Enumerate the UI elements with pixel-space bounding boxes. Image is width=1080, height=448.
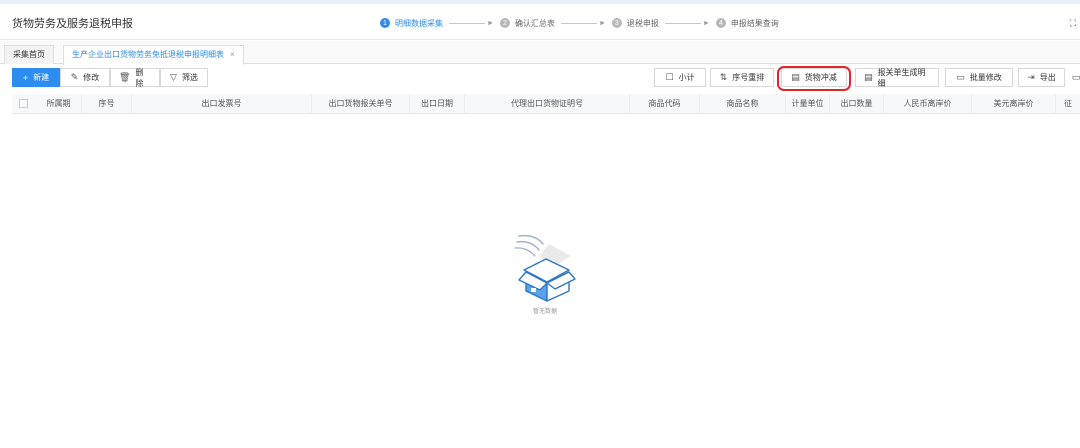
- new-button[interactable]: + 新建: [12, 68, 60, 87]
- export-icon: ⇥: [1027, 72, 1035, 82]
- button-label: 批量修改: [969, 73, 1002, 82]
- button-label: 删除: [135, 67, 144, 88]
- trash-icon: 🗑: [119, 72, 131, 82]
- highlight-annotation: [777, 66, 851, 91]
- column-header[interactable]: 所属期: [36, 94, 82, 114]
- step-connector: [560, 22, 597, 24]
- arrow-right-icon: ►: [487, 19, 494, 27]
- fullscreen-icon[interactable]: ⛶: [1070, 18, 1076, 29]
- app-header: 货物劳务及服务退税申报 1 明细数据采集 ► 2 确认汇总表 ► 3 退税申报 …: [0, 4, 1080, 40]
- empty-state: 暂无数据: [505, 230, 585, 320]
- table-header: 所属期 序号 出口发票号 出口货物报关单号 出口日期 代理出口货物证明号 商品代…: [12, 94, 1080, 114]
- plus-icon: +: [22, 72, 29, 83]
- column-header[interactable]: 美元离岸价: [972, 94, 1056, 114]
- edit-button[interactable]: ✎ 修改: [60, 68, 110, 87]
- arrow-right-icon: ►: [702, 19, 710, 27]
- column-header[interactable]: 序号: [82, 94, 132, 114]
- edit-icon: ✎: [70, 72, 79, 82]
- column-header[interactable]: 商品代码: [630, 94, 700, 114]
- arrow-right-icon: ►: [598, 19, 606, 27]
- tab-bar: 采集首页 生产企业出口货物劳务免抵退税申报明细表 ×: [0, 41, 1080, 65]
- column-header[interactable]: 商品名称: [700, 94, 786, 114]
- export-button[interactable]: ⇥ 导出: [1018, 68, 1065, 87]
- step-number: 2: [499, 18, 510, 28]
- tab-collection-home[interactable]: 采集首页: [4, 45, 54, 64]
- button-label: 报关单生成明细: [877, 67, 926, 88]
- column-header[interactable]: 代理出口货物证明号: [465, 94, 630, 114]
- column-header[interactable]: 征: [1056, 94, 1080, 114]
- sort-icon: ⇅: [719, 72, 728, 82]
- step-label: 确认汇总表: [514, 18, 555, 28]
- generate-detail-button[interactable]: ▤ 报关单生成明细: [855, 67, 939, 88]
- tab-detail-table[interactable]: 生产企业出口货物劳务免抵退税申报明细表 ×: [63, 45, 244, 65]
- empty-box-icon: [514, 234, 576, 302]
- close-icon[interactable]: ×: [230, 50, 235, 59]
- button-label: 序号重排: [732, 73, 765, 82]
- delete-button[interactable]: 🗑 删除: [110, 67, 160, 88]
- step-2[interactable]: 2 确认汇总表: [499, 18, 555, 29]
- button-label: 小计: [678, 73, 695, 82]
- step-number: 4: [715, 18, 726, 28]
- button-label: 筛选: [181, 73, 198, 82]
- column-header[interactable]: 计量单位: [786, 94, 830, 114]
- column-header[interactable]: 人民币离岸价: [884, 94, 972, 114]
- reorder-button[interactable]: ⇅ 序号重排: [710, 68, 774, 87]
- step-connector: [664, 22, 701, 24]
- step-connector: [449, 22, 485, 24]
- button-label: 新建: [33, 73, 50, 82]
- tab-label: 采集首页: [13, 50, 45, 59]
- button-label: 导出: [1039, 73, 1056, 82]
- column-header[interactable]: 出口货物报关单号: [312, 94, 410, 114]
- step-label: 申报结果查询: [730, 18, 779, 28]
- batch-edit-button[interactable]: ▭ 批量修改: [945, 68, 1013, 87]
- toolbar: + 新建 ✎ 修改 🗑 删除 ▽ 筛选 ☐ 小计 ⇅ 序号重排 ▤ 货物冲减 ▤ 报关单生成明细…: [0, 68, 1080, 90]
- more-icon-glyph: ▭: [1071, 72, 1080, 82]
- bookmark-icon: ☐: [665, 72, 674, 82]
- column-header[interactable]: 出口日期: [410, 94, 465, 114]
- column-header[interactable]: 出口数量: [830, 94, 884, 114]
- document-icon: ▤: [864, 72, 873, 82]
- step-3[interactable]: 3 退税申报: [611, 18, 659, 29]
- filter-button[interactable]: ▽ 筛选: [160, 68, 208, 87]
- column-header[interactable]: 出口发票号: [132, 94, 312, 114]
- step-number: 3: [611, 18, 622, 28]
- step-1[interactable]: 1 明细数据采集: [380, 18, 443, 29]
- button-label: 修改: [83, 73, 100, 82]
- empty-state-text: 暂无数据: [532, 309, 557, 315]
- more-icon[interactable]: ▭: [1070, 68, 1080, 87]
- subtotal-button[interactable]: ☐ 小计: [654, 68, 706, 87]
- step-label: 明细数据采集: [395, 18, 443, 28]
- step-progress: 1 明细数据采集 ► 2 确认汇总表 ► 3 退税申报 ► 4 申报结果查询: [380, 16, 779, 30]
- tab-label: 生产企业出口货物劳务免抵退税申报明细表: [72, 50, 224, 59]
- filter-icon: ▽: [170, 72, 177, 82]
- app-title: 货物劳务及服务退税申报: [12, 18, 133, 30]
- step-number: 1: [380, 18, 390, 28]
- select-all-checkbox[interactable]: [19, 99, 28, 108]
- batch-edit-icon: ▭: [956, 72, 965, 82]
- step-label: 退税申报: [626, 18, 659, 28]
- step-4[interactable]: 4 申报结果查询: [715, 18, 779, 29]
